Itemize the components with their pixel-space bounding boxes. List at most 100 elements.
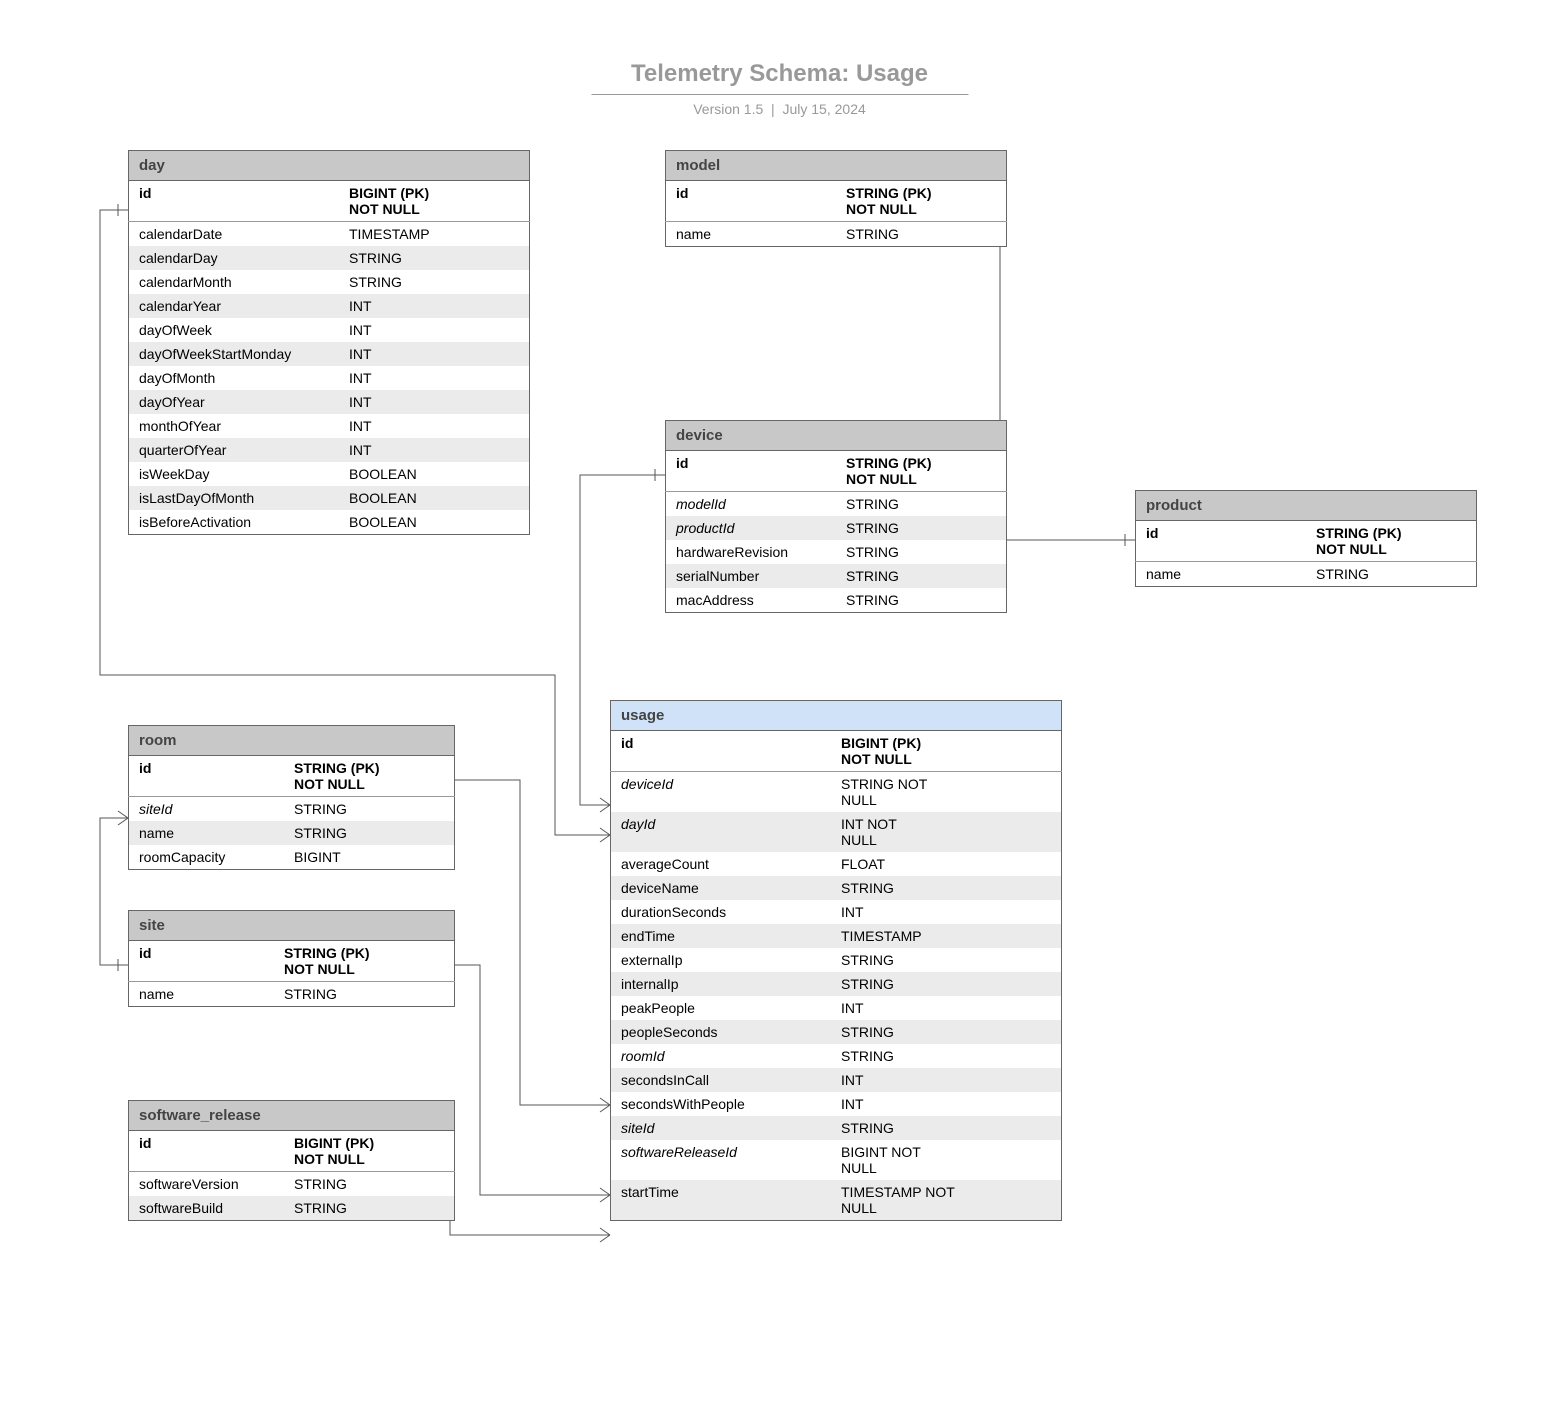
column-name: dayOfMonth [129, 366, 340, 390]
column-name: serialNumber [666, 564, 837, 588]
column-type: FLOAT [831, 852, 1062, 876]
entity-row: isLastDayOfMonthBOOLEAN [129, 486, 530, 510]
column-name: deviceName [611, 876, 832, 900]
column-type: STRING (PK)NOT NULL [274, 941, 455, 982]
column-type: STRING [831, 1020, 1062, 1044]
column-name: macAddress [666, 588, 837, 613]
column-name: startTime [611, 1180, 832, 1221]
entity-row: idSTRING (PK)NOT NULL [129, 756, 455, 797]
column-type: STRING (PK)NOT NULL [836, 451, 1007, 492]
column-name: secondsWithPeople [611, 1092, 832, 1116]
column-name: roomId [611, 1044, 832, 1068]
entity-row: modelIdSTRING [666, 492, 1007, 517]
entity-header: software_release [129, 1101, 455, 1131]
diagram-title-block: Telemetry Schema: Usage Version 1.5 | Ju… [591, 60, 968, 117]
column-type: INT [831, 996, 1062, 1020]
entity-row: softwareVersionSTRING [129, 1172, 455, 1197]
column-type: INT NOTNULL [831, 812, 1062, 852]
entity-row: dayOfWeekStartMondayINT [129, 342, 530, 366]
column-type: STRING (PK)NOT NULL [284, 756, 455, 797]
column-type: STRING [836, 540, 1007, 564]
diagram-title: Telemetry Schema: Usage [591, 60, 968, 95]
column-name: name [129, 821, 285, 845]
entity-row: roomCapacityBIGINT [129, 845, 455, 870]
entity-usage: usageidBIGINT (PK)NOT NULLdeviceIdSTRING… [610, 700, 1062, 1221]
entity-header: model [666, 151, 1007, 181]
column-type: INT [339, 414, 530, 438]
column-type: BOOLEAN [339, 462, 530, 486]
column-type: INT [831, 900, 1062, 924]
entity-row: nameSTRING [129, 821, 455, 845]
entity-row: quarterOfYearINT [129, 438, 530, 462]
column-type: TIMESTAMP [339, 222, 530, 247]
column-name: quarterOfYear [129, 438, 340, 462]
column-name: endTime [611, 924, 832, 948]
entity-header: device [666, 421, 1007, 451]
column-name: roomCapacity [129, 845, 285, 870]
column-type: INT [831, 1092, 1062, 1116]
entity-row: startTimeTIMESTAMP NOTNULL [611, 1180, 1062, 1221]
entity-row: dayOfWeekINT [129, 318, 530, 342]
column-type: STRING [284, 797, 455, 822]
column-type: BIGINT [284, 845, 455, 870]
entity-row: internalIpSTRING [611, 972, 1062, 996]
entity-row: softwareBuildSTRING [129, 1196, 455, 1221]
column-name: dayOfWeekStartMonday [129, 342, 340, 366]
entity-row: calendarDateTIMESTAMP [129, 222, 530, 247]
column-name: name [1136, 562, 1307, 587]
column-type: STRING [836, 492, 1007, 517]
column-name: hardwareRevision [666, 540, 837, 564]
column-name: isLastDayOfMonth [129, 486, 340, 510]
column-type: STRING [339, 246, 530, 270]
column-type: BOOLEAN [339, 510, 530, 535]
entity-device: deviceidSTRING (PK)NOT NULLmodelIdSTRING… [665, 420, 1007, 613]
column-type: BIGINT (PK)NOT NULL [339, 181, 530, 222]
column-name: dayId [611, 812, 832, 852]
entity-row: hardwareRevisionSTRING [666, 540, 1007, 564]
entity-row: monthOfYearINT [129, 414, 530, 438]
column-name: id [129, 1131, 285, 1172]
column-name: siteId [611, 1116, 832, 1140]
entity-room: roomidSTRING (PK)NOT NULLsiteIdSTRINGnam… [128, 725, 455, 870]
column-name: monthOfYear [129, 414, 340, 438]
entity-row: nameSTRING [129, 982, 455, 1007]
column-name: calendarYear [129, 294, 340, 318]
entity-row: secondsWithPeopleINT [611, 1092, 1062, 1116]
entity-row: serialNumberSTRING [666, 564, 1007, 588]
entity-row: macAddressSTRING [666, 588, 1007, 613]
entity-row: idSTRING (PK)NOT NULL [666, 451, 1007, 492]
column-name: name [129, 982, 275, 1007]
column-type: STRING [284, 821, 455, 845]
column-type: STRING [831, 876, 1062, 900]
entity-row: peopleSecondsSTRING [611, 1020, 1062, 1044]
entity-header: day [129, 151, 530, 181]
column-type: STRING [836, 516, 1007, 540]
column-type: STRING (PK)NOT NULL [836, 181, 1007, 222]
entity-model: modelidSTRING (PK)NOT NULLnameSTRING [665, 150, 1007, 247]
entity-row: productIdSTRING [666, 516, 1007, 540]
entity-row: deviceNameSTRING [611, 876, 1062, 900]
entity-header: site [129, 911, 455, 941]
entity-product: productidSTRING (PK)NOT NULLnameSTRING [1135, 490, 1477, 587]
column-name: id [129, 181, 340, 222]
entity-day: dayidBIGINT (PK)NOT NULLcalendarDateTIME… [128, 150, 530, 535]
column-name: id [1136, 521, 1307, 562]
entity-header: product [1136, 491, 1477, 521]
column-type: STRING [831, 1116, 1062, 1140]
column-type: BOOLEAN [339, 486, 530, 510]
column-type: INT [339, 366, 530, 390]
column-name: averageCount [611, 852, 832, 876]
column-type: STRING [339, 270, 530, 294]
entity-row: softwareReleaseIdBIGINT NOTNULL [611, 1140, 1062, 1180]
entity-row: averageCountFLOAT [611, 852, 1062, 876]
column-name: durationSeconds [611, 900, 832, 924]
entity-row: calendarMonthSTRING [129, 270, 530, 294]
entity-row: isWeekDayBOOLEAN [129, 462, 530, 486]
entity-row: roomIdSTRING [611, 1044, 1062, 1068]
column-name: softwareBuild [129, 1196, 285, 1221]
column-type: STRING [831, 1044, 1062, 1068]
entity-row: calendarDaySTRING [129, 246, 530, 270]
column-name: secondsInCall [611, 1068, 832, 1092]
column-type: TIMESTAMP NOTNULL [831, 1180, 1062, 1221]
column-name: isWeekDay [129, 462, 340, 486]
